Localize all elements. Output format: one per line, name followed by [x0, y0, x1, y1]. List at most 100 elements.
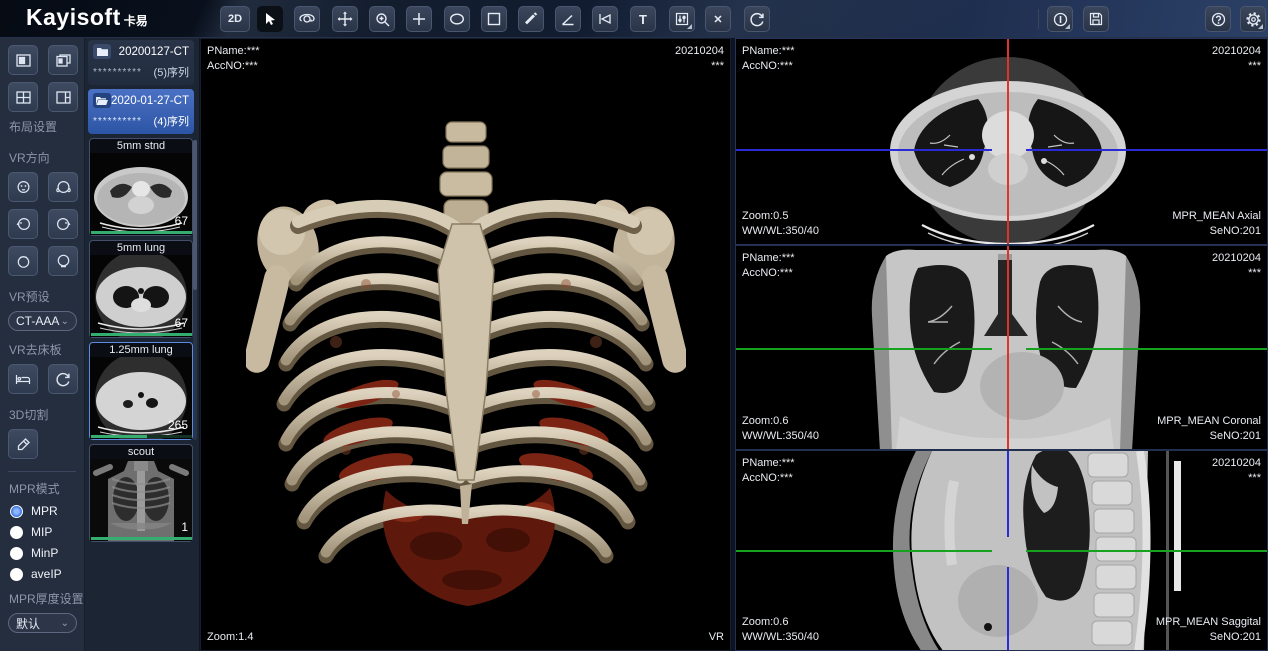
settings-button[interactable]: [1240, 6, 1266, 32]
layout-2x2-button[interactable]: [8, 82, 38, 112]
crosshair-tool-button[interactable]: [406, 6, 432, 32]
radio-icon: [10, 547, 23, 560]
accession-number: AccNO:***: [742, 266, 795, 281]
rectangle-icon: [487, 12, 501, 26]
vr-preset-label: VR预设: [9, 288, 84, 305]
crosshair-vertical-blue[interactable]: [1007, 451, 1009, 537]
thumbnail-image-count: 67: [175, 316, 188, 330]
mpr-coronal-viewport[interactable]: PName:*** AccNO:*** 20210204 *** Zoom:0.…: [735, 245, 1268, 450]
invert-display-button[interactable]: [1047, 6, 1073, 32]
pan-tool-button[interactable]: [332, 6, 358, 32]
delete-annotation-button[interactable]: ✕: [705, 6, 731, 32]
crosshair-vertical-red[interactable]: [1007, 246, 1009, 450]
study-patient-masked: **********: [93, 67, 142, 78]
left-sidebar: 布局设置 VR方向: [0, 38, 85, 651]
vr-head-left-button[interactable]: [8, 209, 38, 239]
3d-cut-label: 3D切割: [9, 406, 84, 423]
study-patient-masked: **********: [93, 116, 142, 127]
undo-icon: [56, 372, 71, 387]
delete-icon: ✕: [713, 13, 722, 26]
mpr-mode-radio-minp[interactable]: MinP: [10, 546, 84, 560]
study-series-count: (4)序列: [154, 113, 189, 129]
cobb-angle-button[interactable]: [592, 6, 618, 32]
mpr-mode-radio-aveip[interactable]: aveIP: [10, 567, 84, 581]
help-button[interactable]: [1205, 6, 1231, 32]
magnifier-plus-icon: [375, 12, 390, 27]
vr-preset-dropdown[interactable]: CT-AAA ⌄: [8, 311, 77, 331]
mode-2d-button[interactable]: 2D: [220, 6, 250, 32]
crosshair-horizontal-green[interactable]: [736, 348, 992, 350]
angle-tool-button[interactable]: [555, 6, 581, 32]
ellipse-roi-button[interactable]: [444, 6, 470, 32]
3d-cut-scalpel-button[interactable]: [8, 429, 38, 459]
rectangle-roi-button[interactable]: [481, 6, 507, 32]
sidebar-divider: [8, 471, 76, 472]
masked-stars: ***: [1212, 266, 1261, 281]
chevron-down-icon: ⌄: [61, 618, 69, 629]
radio-label: MPR: [31, 504, 58, 518]
head-top-icon: [16, 254, 31, 269]
vr-viewport[interactable]: PName:*** AccNO:*** 20210204 *** Zoom:1.…: [200, 38, 731, 651]
remove-bed-button[interactable]: [8, 364, 38, 394]
radio-label: aveIP: [31, 567, 62, 581]
series-thumbnail-1-25mm-lung[interactable]: 1.25mm lung 265: [89, 342, 193, 440]
vr-head-superior-button[interactable]: [8, 246, 38, 276]
restore-bed-button[interactable]: [48, 364, 78, 394]
window-level-icon: [675, 12, 689, 26]
text-annotation-button[interactable]: T: [630, 6, 656, 32]
rotate-3d-tool-button[interactable]: [294, 6, 320, 32]
window-width-level: WW/WL:350/40: [742, 429, 819, 444]
vr-overlay-bottomright: VR: [709, 630, 724, 645]
window-level-button[interactable]: [669, 6, 695, 32]
vr-preset-value: CT-AAA: [16, 314, 59, 328]
mpr-mode-radio-mip[interactable]: MIP: [10, 525, 84, 539]
crosshair-horizontal-green[interactable]: [736, 550, 992, 552]
layout-1x1-button[interactable]: [8, 45, 38, 75]
reset-view-button[interactable]: [744, 6, 770, 32]
zoom-factor: Zoom:0.5: [742, 209, 819, 224]
mpr-sagittal-viewport[interactable]: PName:*** AccNO:*** 20210204 *** Zoom:0.…: [735, 450, 1268, 651]
vr-remove-bed-label: VR去床板: [9, 341, 84, 358]
crosshair-vertical-blue[interactable]: [1007, 567, 1009, 651]
crosshair-horizontal-blue[interactable]: [736, 149, 992, 151]
patient-name: PName:***: [207, 44, 260, 59]
mpr-axial-viewport[interactable]: PName:*** AccNO:*** 20210204 *** Zoom:0.…: [735, 38, 1268, 245]
folder-closed-icon: [93, 44, 111, 59]
vr-head-inferior-button[interactable]: [48, 246, 78, 276]
cursor-tool-button[interactable]: [257, 6, 283, 32]
thumbnail-label: scout: [90, 445, 192, 459]
zoom-tool-button[interactable]: [369, 6, 395, 32]
series-thumbnail-5mm-stnd[interactable]: 5mm stnd 67: [89, 138, 193, 236]
zoom-factor: Zoom:0.6: [742, 414, 819, 429]
vr-head-right-button[interactable]: [48, 209, 78, 239]
vr-head-anterior-button[interactable]: [8, 172, 38, 202]
ellipse-icon: [449, 12, 465, 26]
save-button[interactable]: [1083, 6, 1109, 32]
brand-name-cn: 卡易: [124, 12, 148, 29]
toolbar-separator: [1038, 9, 1039, 29]
measure-line-button[interactable]: [518, 6, 544, 32]
patient-name: PName:***: [742, 456, 795, 471]
crosshair-horizontal-green[interactable]: [1026, 348, 1268, 350]
study-item-2-selected[interactable]: 2020-01-27-CT ********** (4)序列: [88, 89, 194, 134]
thumbnail-scrollbar[interactable]: [193, 140, 197, 440]
crosshair-horizontal-green[interactable]: [1026, 550, 1268, 552]
crosshair-horizontal-blue[interactable]: [1026, 149, 1268, 151]
mpr-overlay-bottomright: MPR_MEAN Saggital SeNO:201: [1156, 615, 1261, 645]
study-item-1[interactable]: 20200127-CT ********** (5)序列: [88, 40, 194, 85]
radio-icon: [10, 568, 23, 581]
series-thumbnail-5mm-lung[interactable]: 5mm lung 67: [89, 240, 193, 338]
mpr-mode-radio-mpr[interactable]: MPR: [10, 504, 84, 518]
accession-number: AccNO:***: [207, 59, 260, 74]
vr-head-posterior-button[interactable]: [48, 172, 78, 202]
mpr-thickness-dropdown[interactable]: 默认 ⌄: [8, 613, 77, 633]
series-thumbnail-scout[interactable]: scout 1: [89, 444, 193, 542]
layout-custom-button[interactable]: [48, 45, 78, 75]
layout-1-2-button[interactable]: [48, 82, 78, 112]
info-circle-icon: [1053, 12, 1068, 27]
vr-overlay-topleft: PName:*** AccNO:***: [207, 44, 260, 74]
series-panel: 20200127-CT ********** (5)序列 2020-01-27-…: [85, 38, 200, 651]
pencil-icon: [524, 12, 538, 26]
ct-viewer-app: Kayisoft 卡易 2D: [0, 0, 1268, 651]
crosshair-vertical-red[interactable]: [1007, 39, 1009, 245]
